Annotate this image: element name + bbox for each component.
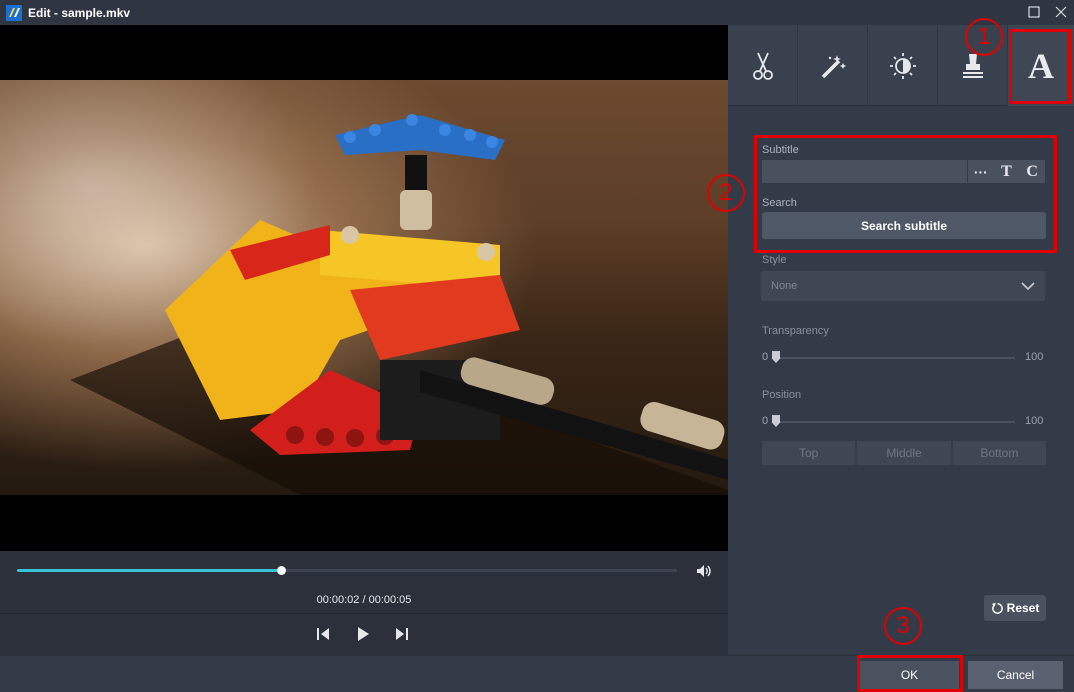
- transparency-max: 100: [1025, 351, 1044, 363]
- transparency-min: 0: [762, 351, 769, 363]
- callout-2: 2: [707, 174, 745, 212]
- progress-fill: [17, 569, 281, 572]
- style-label: Style: [762, 254, 787, 266]
- video-preview: [0, 25, 728, 551]
- brightness-icon: [889, 52, 916, 79]
- video-content-image: [70, 114, 728, 495]
- volume-button[interactable]: [695, 562, 713, 580]
- highlight-subtitle-tab: [1009, 29, 1071, 104]
- volume-icon: [697, 565, 711, 577]
- playback-progress-bar[interactable]: [17, 566, 677, 575]
- close-icon: [1055, 6, 1067, 18]
- time-readout: 00:00:02 / 00:00:05: [316, 594, 412, 606]
- position-top-button[interactable]: Top: [762, 441, 856, 465]
- reset-button[interactable]: Reset: [984, 595, 1046, 621]
- reset-icon: [991, 602, 1003, 614]
- position-bottom-button[interactable]: Bottom: [952, 441, 1046, 465]
- magic-wand-icon: [821, 54, 846, 78]
- divider: [0, 613, 728, 614]
- position-middle-button[interactable]: Middle: [857, 441, 951, 465]
- position-buttons: Top Middle Bottom: [762, 441, 1046, 465]
- chevron-down-icon: [1021, 282, 1035, 291]
- scissors-icon: [752, 52, 773, 80]
- play-button[interactable]: [354, 625, 372, 643]
- transparency-label: Transparency: [762, 325, 829, 337]
- app-logo-icon: [6, 4, 22, 21]
- callout-1: 1: [965, 18, 1003, 56]
- tab-adjust[interactable]: [868, 25, 938, 106]
- position-min: 0: [762, 415, 769, 427]
- position-slider[interactable]: [772, 415, 1015, 427]
- next-frame-button[interactable]: [393, 625, 411, 643]
- close-button[interactable]: [1052, 3, 1070, 21]
- style-dropdown[interactable]: None: [761, 271, 1045, 301]
- cancel-button[interactable]: Cancel: [968, 661, 1063, 689]
- edit-panel: [728, 25, 1074, 655]
- progress-knob[interactable]: [277, 566, 286, 575]
- reset-label: Reset: [1006, 601, 1040, 615]
- tab-trim[interactable]: [728, 25, 798, 106]
- maximize-icon: [1028, 6, 1040, 18]
- previous-frame-icon: [317, 628, 329, 640]
- highlight-subtitle-section: [754, 135, 1057, 253]
- title-bar: Edit - sample.mkv: [0, 0, 1074, 25]
- callout-3: 3: [884, 607, 922, 645]
- previous-frame-button[interactable]: [314, 625, 332, 643]
- position-label: Position: [762, 389, 802, 401]
- video-frame: [0, 80, 728, 495]
- highlight-ok-button: [857, 655, 963, 692]
- maximize-button[interactable]: [1025, 3, 1043, 21]
- tab-effects[interactable]: [798, 25, 868, 106]
- style-selected-value: None: [771, 280, 798, 292]
- window-title: Edit - sample.mkv: [28, 5, 131, 20]
- transparency-slider[interactable]: [772, 351, 1015, 363]
- play-icon: [358, 627, 369, 641]
- next-frame-icon: [396, 628, 408, 640]
- position-max: 100: [1025, 415, 1044, 427]
- edit-window: Edit - sample.mkv 00:00:02 / 00:00:05 A …: [0, 0, 1074, 692]
